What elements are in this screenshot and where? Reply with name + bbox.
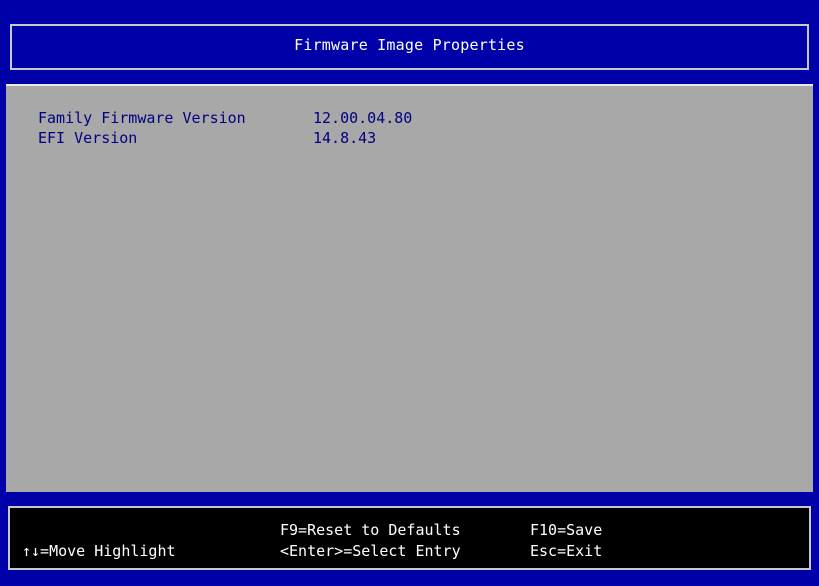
property-row-efi-version: EFI Version 14.8.43 [38, 128, 412, 148]
properties-panel: Family Firmware Version 12.00.04.80 EFI … [6, 84, 813, 492]
exit-hint: Esc=Exit [530, 542, 603, 560]
bios-screen: Firmware Image Properties Family Firmwar… [0, 0, 819, 586]
property-label: Family Firmware Version [38, 109, 246, 127]
property-value: 12.00.04.80 [313, 109, 413, 127]
property-label: EFI Version [38, 129, 138, 147]
key-help-bar: ↑↓=Move Highlight F9=Reset to Defaults <… [8, 506, 811, 570]
reset-defaults-hint: F9=Reset to Defaults [280, 521, 461, 539]
property-row-family-firmware-version: Family Firmware Version 12.00.04.80 [38, 108, 412, 128]
property-value: 14.8.43 [313, 129, 377, 147]
move-highlight-hint: ↑↓=Move Highlight [22, 542, 176, 560]
page-title: Firmware Image Properties [294, 36, 525, 54]
select-entry-hint: <Enter>=Select Entry [280, 542, 461, 560]
properties-list: Family Firmware Version 12.00.04.80 EFI … [38, 108, 412, 148]
save-hint: F10=Save [530, 521, 603, 539]
